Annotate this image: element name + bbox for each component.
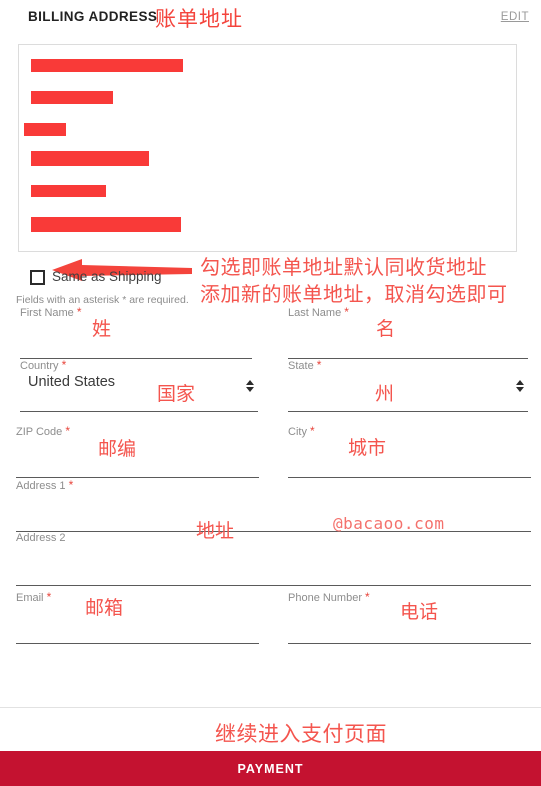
field-state[interactable]: State *: [288, 358, 528, 412]
field-label-state: State *: [288, 358, 322, 372]
site-watermark: @bacaoo.com: [333, 514, 445, 533]
field-label-country: Country *: [20, 358, 67, 372]
annotation-last-name: 名: [376, 318, 396, 340]
billing-address-form: First Name * Last Name * Country * United S…: [0, 0, 541, 786]
field-first-name[interactable]: First Name *: [20, 305, 252, 359]
field-label-email: Email *: [16, 590, 52, 604]
required-asterisk: *: [344, 305, 349, 319]
field-address-1[interactable]: Address 1 *: [16, 478, 531, 532]
field-label-phone-number: Phone Number *: [288, 590, 370, 604]
field-underline: [16, 585, 531, 586]
up-down-chevrons-icon[interactable]: [515, 380, 524, 394]
field-city[interactable]: City *: [288, 424, 531, 478]
required-asterisk: *: [68, 478, 74, 492]
footer-divider: [0, 707, 541, 708]
field-underline: [16, 643, 259, 644]
payment-annotation: 继续进入支付页面: [215, 722, 387, 746]
annotation-zip-code: 邮编: [98, 438, 137, 460]
field-label-city: City *: [288, 424, 315, 438]
annotation-city: 城市: [348, 437, 387, 459]
required-asterisk: *: [61, 358, 67, 372]
annotation-email: 邮箱: [85, 597, 124, 619]
field-label-last-name: Last Name *: [288, 305, 349, 319]
payment-button[interactable]: PAYMENT: [0, 751, 541, 786]
field-address-2[interactable]: Address 2: [16, 532, 531, 586]
annotation-state: 州: [375, 383, 395, 405]
annotation-first-name: 姓: [92, 318, 112, 340]
field-value-country[interactable]: United States: [28, 374, 115, 390]
field-underline: [288, 411, 528, 412]
field-label-first-name: First Name *: [20, 305, 82, 319]
required-asterisk: *: [316, 358, 322, 372]
field-underline: [20, 411, 258, 412]
field-zip-code[interactable]: ZIP Code *: [16, 424, 259, 478]
required-asterisk: *: [46, 590, 52, 604]
required-asterisk: *: [65, 424, 70, 438]
field-underline: [288, 643, 531, 644]
required-asterisk: *: [365, 590, 370, 604]
annotation-country: 国家: [157, 383, 196, 405]
up-down-chevrons-icon[interactable]: [245, 380, 254, 394]
field-email[interactable]: Email *: [16, 590, 259, 644]
field-label-zip-code: ZIP Code *: [16, 424, 70, 438]
field-label-address-2: Address 2: [16, 532, 66, 544]
annotation-phone-number: 电话: [400, 601, 439, 623]
required-asterisk: *: [310, 424, 315, 438]
field-country[interactable]: Country * United States: [20, 358, 258, 412]
field-last-name[interactable]: Last Name *: [288, 305, 528, 359]
annotation-address-2: 地址: [196, 520, 235, 542]
field-label-address-1: Address 1 *: [16, 478, 74, 492]
required-asterisk: *: [76, 305, 82, 319]
